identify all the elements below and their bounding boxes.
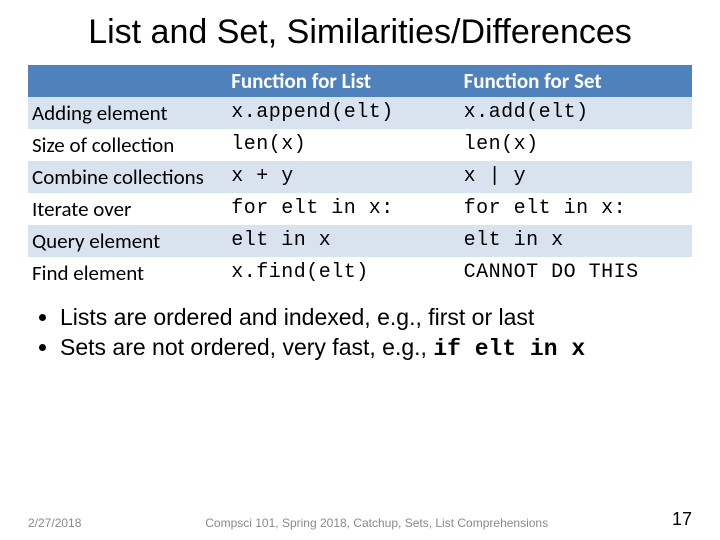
footer-date: 2/27/2018 bbox=[28, 516, 81, 530]
bullet-text: Sets are not ordered, very fast, e.g., bbox=[60, 334, 433, 360]
table-row: Query element elt in x elt in x bbox=[28, 225, 692, 257]
bullet-list: Lists are ordered and indexed, e.g., fir… bbox=[38, 303, 692, 363]
table-row: Adding element x.append(elt) x.add(elt) bbox=[28, 97, 692, 129]
list-cell: len(x) bbox=[227, 129, 459, 161]
op-cell: Find element bbox=[28, 257, 227, 289]
op-cell: Adding element bbox=[28, 97, 227, 129]
list-cell: elt in x bbox=[227, 225, 459, 257]
table-row: Size of collection len(x) len(x) bbox=[28, 129, 692, 161]
slide-title: List and Set, Similarities/Differences bbox=[28, 14, 692, 51]
op-cell: Combine collections bbox=[28, 161, 227, 193]
bullet-text: Lists are ordered and indexed, e.g., fir… bbox=[60, 304, 534, 330]
list-cell: x.find(elt) bbox=[227, 257, 459, 289]
header-empty bbox=[28, 65, 227, 97]
table-row: Find element x.find(elt) CANNOT DO THIS bbox=[28, 257, 692, 289]
bullet-item: Lists are ordered and indexed, e.g., fir… bbox=[60, 303, 692, 331]
list-cell: x + y bbox=[227, 161, 459, 193]
comparison-table: Function for List Function for Set Addin… bbox=[28, 65, 692, 289]
set-cell: for elt in x: bbox=[460, 193, 692, 225]
set-cell: x.add(elt) bbox=[460, 97, 692, 129]
table-header-row: Function for List Function for Set bbox=[28, 65, 692, 97]
set-cell: CANNOT DO THIS bbox=[460, 257, 692, 289]
op-cell: Query element bbox=[28, 225, 227, 257]
header-list: Function for List bbox=[227, 65, 459, 97]
set-cell: x | y bbox=[460, 161, 692, 193]
set-cell: len(x) bbox=[460, 129, 692, 161]
page-number: 17 bbox=[672, 509, 692, 530]
header-set: Function for Set bbox=[460, 65, 692, 97]
footer-course: Compsci 101, Spring 2018, Catchup, Sets,… bbox=[81, 516, 672, 530]
op-cell: Size of collection bbox=[28, 129, 227, 161]
bullet-code: if elt in x bbox=[433, 336, 585, 362]
slide-footer: 2/27/2018 Compsci 101, Spring 2018, Catc… bbox=[0, 509, 720, 530]
slide: List and Set, Similarities/Differences F… bbox=[0, 0, 720, 363]
list-cell: for elt in x: bbox=[227, 193, 459, 225]
set-cell: elt in x bbox=[460, 225, 692, 257]
bullet-item: Sets are not ordered, very fast, e.g., i… bbox=[60, 333, 692, 363]
op-cell: Iterate over bbox=[28, 193, 227, 225]
list-cell: x.append(elt) bbox=[227, 97, 459, 129]
table-row: Combine collections x + y x | y bbox=[28, 161, 692, 193]
table-row: Iterate over for elt in x: for elt in x: bbox=[28, 193, 692, 225]
